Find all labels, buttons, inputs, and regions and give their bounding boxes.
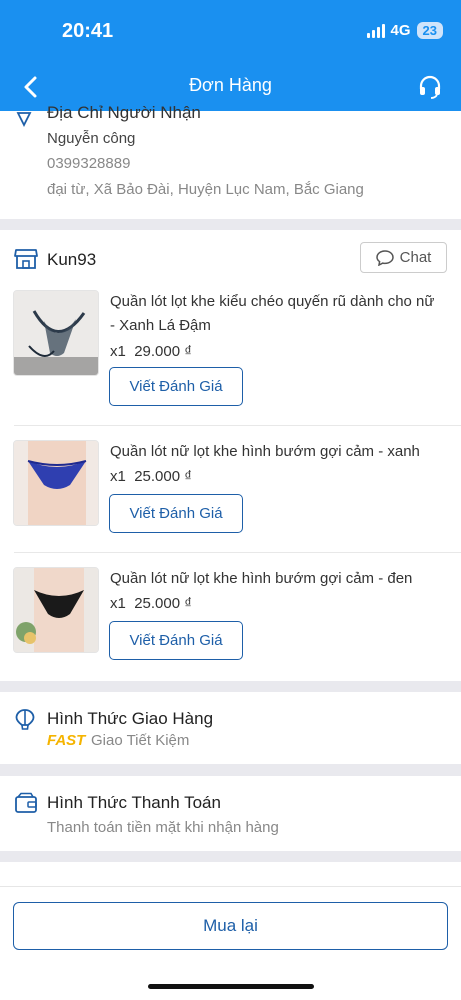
buy-again-button[interactable]: Mua lại: [13, 902, 448, 950]
shipping-title: Hình Thức Giao Hàng: [47, 709, 214, 728]
support-button[interactable]: [417, 74, 443, 100]
signal-icon: [366, 23, 385, 38]
product-thumbnail[interactable]: [13, 440, 99, 526]
product-quantity: x1: [110, 595, 126, 612]
recipient-address: đại từ, Xã Bảo Đài, Huyện Lục Nam, Bắc G…: [47, 181, 364, 198]
recipient-phone: 0399328889: [47, 155, 131, 172]
shipping-method-section: Hình Thức Giao Hàng FAST Giao Tiết Kiệm: [0, 692, 461, 764]
product-price: 29.000 ₫: [134, 343, 192, 360]
shop-name[interactable]: Kun93: [47, 250, 96, 270]
product-title[interactable]: Quần lót nữ lọt khe hình bướm gợi cảm - …: [110, 440, 435, 464]
page-title: Đơn Hàng: [189, 75, 272, 95]
chat-label: Chat: [399, 249, 432, 266]
product-quantity: x1: [110, 468, 126, 485]
battery-level: 23: [422, 23, 437, 38]
payment-method: Thanh toán tiền mặt khi nhận hàng: [47, 819, 279, 836]
payment-title: Hình Thức Thanh Toán: [47, 793, 221, 812]
product-thumbnail[interactable]: [13, 567, 99, 653]
app-header: 20:41 4G 23 Đơn Hàng: [0, 0, 461, 111]
product-price: 25.000 ₫: [134, 468, 192, 485]
product-qty-price: x1 25.000 ₫: [110, 595, 192, 612]
order-item: Quần lót nữ lọt khe hình bướm gợi cảm - …: [0, 440, 461, 568]
product-image: [14, 291, 98, 375]
fast-badge: FAST: [47, 732, 86, 749]
location-pin-icon: [16, 112, 32, 127]
item-divider: [14, 425, 461, 426]
write-review-button[interactable]: Viết Đánh Giá: [109, 367, 243, 406]
payment-method-section: Hình Thức Thanh Toán Thanh toán tiền mặt…: [0, 776, 461, 851]
recipient-name: Nguyễn công: [47, 130, 136, 147]
product-price: 25.000 ₫: [134, 595, 192, 612]
chat-button[interactable]: Chat: [360, 242, 447, 273]
write-review-button[interactable]: Viết Đánh Giá: [109, 494, 243, 533]
product-image: [14, 568, 98, 652]
hot-air-balloon-icon: [15, 709, 35, 730]
status-time: 20:41: [62, 20, 114, 42]
divider: [0, 886, 461, 887]
network-type: 4G: [390, 22, 411, 39]
battery-icon: 23: [416, 22, 443, 39]
bottom-action-bar: Mua lại: [0, 862, 461, 1000]
item-divider: [14, 552, 461, 553]
product-quantity: x1: [110, 343, 126, 360]
product-thumbnail[interactable]: [13, 290, 99, 376]
store-icon: [14, 249, 38, 269]
shop-order-section: Kun93 Chat Quần lót lọt khe kiểu chéo qu…: [0, 230, 461, 681]
wallet-icon: [15, 792, 37, 813]
chat-bubble-icon: [375, 249, 394, 266]
product-qty-price: x1 29.000 ₫: [110, 343, 192, 360]
order-item: Quần lót nữ lọt khe hình bướm gợi cảm - …: [0, 567, 461, 695]
product-qty-price: x1 25.000 ₫: [110, 468, 192, 485]
home-indicator: [148, 984, 314, 989]
product-image: [14, 441, 98, 525]
headset-icon: [419, 75, 441, 99]
shipping-method: Giao Tiết Kiệm: [91, 732, 190, 749]
write-review-button[interactable]: Viết Đánh Giá: [109, 621, 243, 660]
product-title[interactable]: Quần lót lọt khe kiểu chéo quyến rũ dành…: [110, 290, 435, 338]
order-item: Quần lót lọt khe kiểu chéo quyến rũ dành…: [0, 290, 461, 418]
product-title[interactable]: Quần lót nữ lọt khe hình bướm gợi cảm - …: [110, 567, 435, 591]
recipient-address-section: Địa Chỉ Người Nhận Nguyễn công 039932888…: [0, 103, 461, 219]
address-title: Địa Chỉ Người Nhận: [47, 103, 201, 122]
status-indicators: 4G 23: [366, 22, 443, 39]
